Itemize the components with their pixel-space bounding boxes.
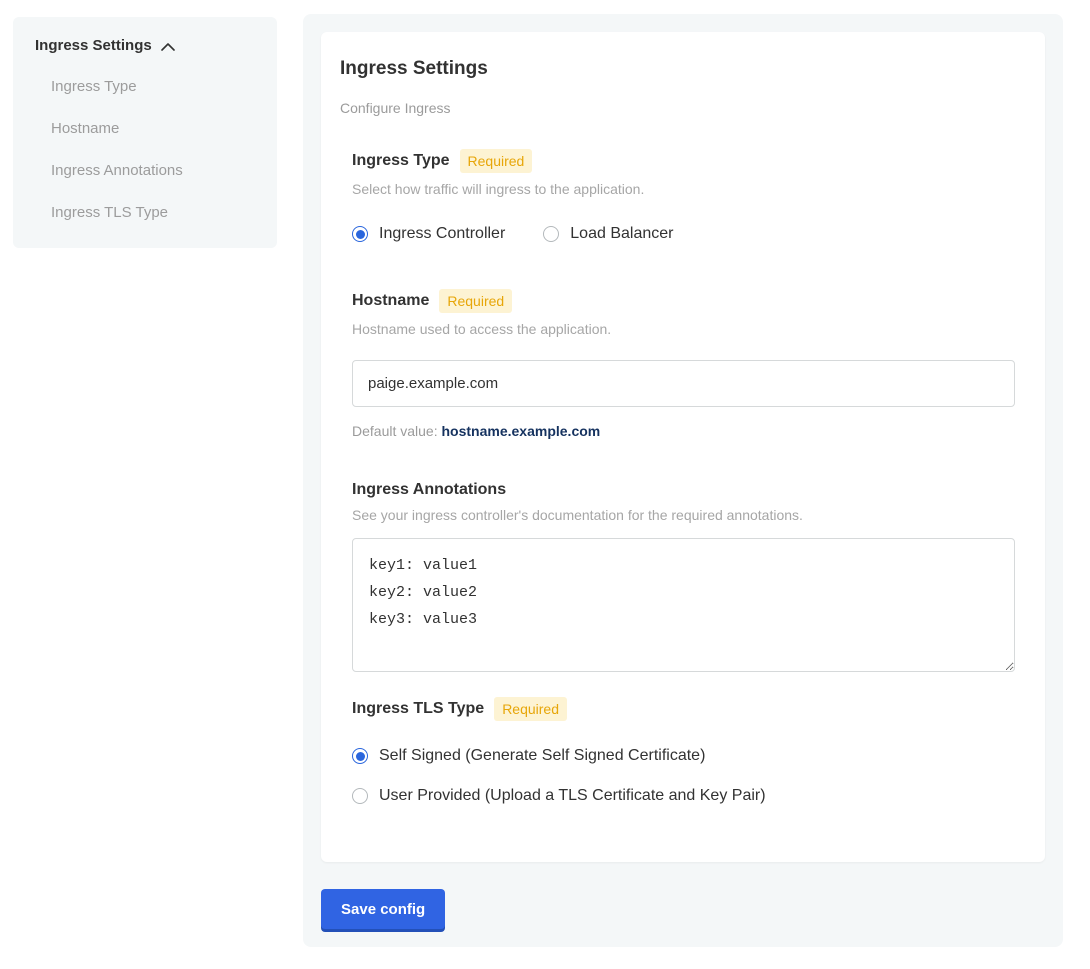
- section-title: Ingress TLS Type: [352, 700, 484, 718]
- radio-label: Ingress Controller: [379, 225, 505, 243]
- required-badge: Required: [494, 697, 567, 721]
- sidebar-group-ingress-settings[interactable]: Ingress Settings: [35, 37, 257, 54]
- radio-label: Self Signed (Generate Self Signed Certif…: [379, 747, 705, 765]
- annotations-textarea[interactable]: key1: value1 key2: value2 key3: value3: [352, 538, 1015, 672]
- section-help-text: Hostname used to access the application.: [352, 321, 1015, 337]
- page: Ingress Settings Ingress Type Hostname I…: [0, 0, 1090, 969]
- radio-label: User Provided (Upload a TLS Certificate …: [379, 787, 766, 805]
- radio-icon: [352, 226, 368, 242]
- chevron-up-icon: [161, 43, 175, 51]
- radio-label: Load Balancer: [570, 225, 673, 243]
- radio-icon: [352, 788, 368, 804]
- sidebar-item-hostname[interactable]: Hostname: [51, 120, 257, 138]
- default-value-text: hostname.example.com: [442, 423, 601, 439]
- section-hostname: Hostname Required Hostname used to acces…: [352, 289, 1015, 439]
- radio-option-ingress-controller[interactable]: Ingress Controller: [352, 225, 505, 243]
- radio-option-self-signed[interactable]: Self Signed (Generate Self Signed Certif…: [352, 747, 1015, 765]
- save-config-button[interactable]: Save config: [321, 889, 445, 929]
- section-title: Ingress Annotations: [352, 481, 506, 499]
- config-main-panel: Ingress Settings Configure Ingress Ingre…: [303, 14, 1063, 947]
- page-title: Ingress Settings: [340, 58, 1015, 80]
- default-value-prefix: Default value:: [352, 423, 438, 439]
- section-help-text: Select how traffic will ingress to the a…: [352, 181, 1015, 197]
- section-ingress-type: Ingress Type Required Select how traffic…: [352, 149, 1015, 243]
- hostname-default-value: Default value: hostname.example.com: [352, 423, 1015, 439]
- config-nav-sidebar: Ingress Settings Ingress Type Hostname I…: [13, 17, 277, 248]
- radio-option-load-balancer[interactable]: Load Balancer: [543, 225, 673, 243]
- hostname-input[interactable]: [352, 360, 1015, 407]
- radio-icon: [543, 226, 559, 242]
- required-badge: Required: [439, 289, 512, 313]
- ingress-settings-card: Ingress Settings Configure Ingress Ingre…: [321, 32, 1045, 862]
- sidebar-item-ingress-annotations[interactable]: Ingress Annotations: [51, 162, 257, 180]
- section-ingress-annotations: Ingress Annotations See your ingress con…: [352, 481, 1015, 672]
- sidebar-group-label: Ingress Settings: [35, 37, 152, 54]
- sidebar-item-ingress-tls-type[interactable]: Ingress TLS Type: [51, 204, 257, 222]
- section-ingress-tls-type: Ingress TLS Type Required Self Signed (G…: [352, 697, 1015, 805]
- section-title: Hostname: [352, 292, 429, 310]
- section-title: Ingress Type: [352, 152, 450, 170]
- radio-icon: [352, 748, 368, 764]
- sidebar-item-ingress-type[interactable]: Ingress Type: [51, 78, 257, 96]
- required-badge: Required: [460, 149, 533, 173]
- radio-option-user-provided[interactable]: User Provided (Upload a TLS Certificate …: [352, 787, 1015, 805]
- page-subtitle: Configure Ingress: [340, 100, 1015, 116]
- section-help-text: See your ingress controller's documentat…: [352, 507, 1015, 523]
